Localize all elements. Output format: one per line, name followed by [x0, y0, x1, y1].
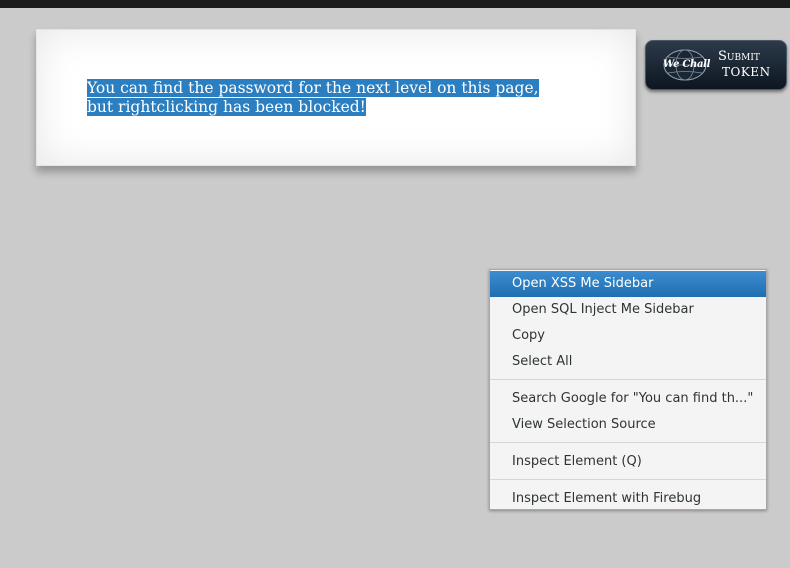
context-menu: Open XSS Me Sidebar Open SQL Inject Me S…	[489, 269, 767, 510]
menu-item-open-sql-inject-me-sidebar[interactable]: Open SQL Inject Me Sidebar	[490, 297, 766, 323]
menu-separator	[490, 479, 766, 480]
menu-separator	[490, 442, 766, 443]
content-card: You can find the password for the next l…	[36, 29, 636, 166]
menu-item-select-all[interactable]: Select All	[490, 349, 766, 375]
message-text: You can find the password for the next l…	[87, 79, 587, 117]
browser-top-bar	[0, 0, 790, 8]
wechall-submit-token-button[interactable]: We Chall Submit TOKEN	[645, 40, 787, 90]
message-line-2: but rightclicking has been blocked!	[87, 98, 366, 116]
menu-item-open-xss-me-sidebar[interactable]: Open XSS Me Sidebar	[490, 271, 766, 297]
message-line-1: You can find the password for the next l…	[87, 79, 539, 97]
menu-item-inspect-element[interactable]: Inspect Element (Q)	[490, 449, 766, 475]
menu-item-copy[interactable]: Copy	[490, 323, 766, 349]
menu-item-view-selection-source[interactable]: View Selection Source	[490, 412, 766, 438]
token-label: TOKEN	[722, 65, 771, 79]
wechall-logo-text: We Chall	[663, 59, 711, 70]
menu-separator	[490, 379, 766, 380]
submit-label: Submit	[718, 49, 760, 64]
menu-item-search-google[interactable]: Search Google for "You can find th..."	[490, 386, 766, 412]
menu-item-inspect-element-firebug[interactable]: Inspect Element with Firebug	[490, 486, 766, 512]
